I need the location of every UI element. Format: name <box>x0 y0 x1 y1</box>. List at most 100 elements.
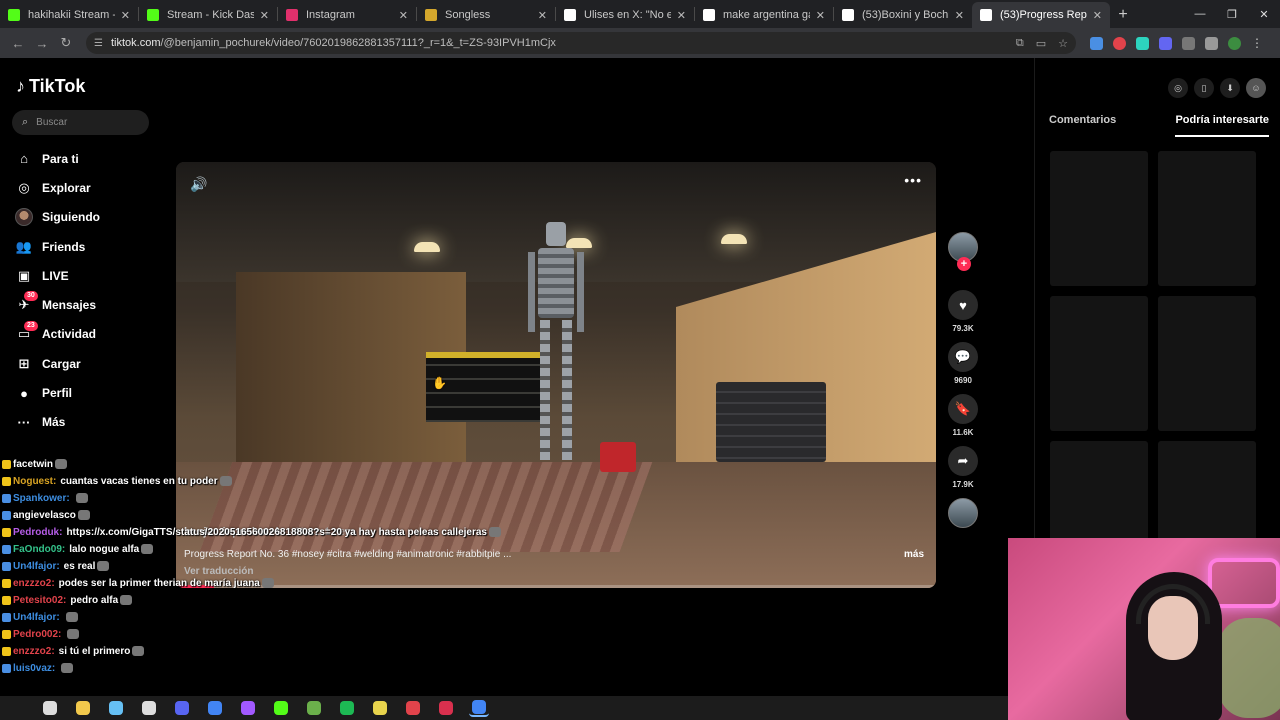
video-player[interactable]: 🔊 ••• benjaminpochurek · Hace 1 sem. Pro… <box>176 162 936 588</box>
restore-icon[interactable]: ❐ <box>1216 0 1248 28</box>
tab-close-icon[interactable]: ✕ <box>538 9 547 22</box>
opera-icon[interactable] <box>403 699 423 717</box>
browser-tab[interactable]: (53)Progress Report N ✕ <box>972 2 1110 28</box>
device-icon[interactable]: ▯ <box>1194 78 1214 98</box>
chat-username[interactable]: enzzzo2: <box>13 578 55 589</box>
chat-username[interactable]: Noguest: <box>13 476 56 487</box>
download-icon[interactable]: ⬇ <box>1220 78 1240 98</box>
spotify-icon[interactable] <box>337 699 357 717</box>
profile-icon[interactable] <box>1228 36 1241 50</box>
music-disc-icon[interactable] <box>948 498 978 528</box>
video-progress-bar[interactable] <box>176 585 936 588</box>
back-icon[interactable]: ← <box>6 31 30 55</box>
chat-badge-icon <box>2 510 11 520</box>
chat-username[interactable]: luis0vaz: <box>13 663 55 674</box>
site-info-icon[interactable]: ☰ <box>94 38 103 49</box>
reload-icon[interactable]: ↻ <box>54 31 78 55</box>
kick-icon[interactable] <box>271 699 291 717</box>
suggested-thumbnail[interactable] <box>1050 296 1148 431</box>
tiktok-logo[interactable]: ♪ TikTok <box>16 76 85 97</box>
browser-tab[interactable]: (53)Boxini y Bochini: Hum ✕ <box>834 2 972 28</box>
volume-icon[interactable]: 🔊 <box>190 176 207 193</box>
sidebar-item-mensajes[interactable]: ✈ Mensajes 30 <box>15 290 100 319</box>
sidebar-item-live[interactable]: ▣ LIVE <box>15 261 100 290</box>
tab-close-icon[interactable]: ✕ <box>260 9 269 22</box>
minimize-icon[interactable]: — <box>1184 0 1216 28</box>
browser-tab[interactable]: Instagram ✕ <box>278 2 416 28</box>
puzzle-icon[interactable] <box>1182 36 1195 50</box>
bookmark-star-icon[interactable]: ☆ <box>1058 37 1068 50</box>
browser-tab[interactable]: hakihakii Stream - Watch ✕ <box>0 2 138 28</box>
explorer-icon[interactable] <box>73 699 93 717</box>
tab-podria-interesarte[interactable]: Podría interesarte <box>1175 114 1269 137</box>
suggested-thumbnail[interactable] <box>1050 151 1148 286</box>
share-icon[interactable]: ➦ <box>948 446 978 476</box>
chat-username[interactable]: FaOndo09: <box>13 544 65 555</box>
sidebar-item-label: Para ti <box>42 151 79 166</box>
chat-username[interactable]: Pedro002: <box>13 629 61 640</box>
sidebar-item-friends[interactable]: 👥 Friends <box>15 232 100 261</box>
chat-username[interactable]: enzzzo2: <box>13 646 55 657</box>
minecraft-icon[interactable] <box>304 699 324 717</box>
search-input[interactable]: ⌕ Buscar <box>12 110 149 135</box>
sidebar-item-actividad[interactable]: ▭ Actividad 23 <box>15 320 100 349</box>
sidebar-item-cargar[interactable]: ⊞ Cargar <box>15 349 100 378</box>
extension-icon[interactable] <box>1090 36 1103 50</box>
chat-username[interactable]: Un4lfajor: <box>13 612 60 623</box>
suggested-thumbnail[interactable] <box>1158 151 1256 286</box>
tab-close-icon[interactable]: ✕ <box>121 9 130 22</box>
bookmark-icon[interactable]: 🔖 <box>948 394 978 424</box>
app-c-icon[interactable] <box>238 699 258 717</box>
tool-icon[interactable] <box>436 699 456 717</box>
heart-icon[interactable]: ♥ <box>948 290 978 320</box>
extension-icon[interactable] <box>1136 36 1149 50</box>
chat-username[interactable]: Petesito02: <box>13 595 66 606</box>
search-placeholder: Buscar <box>36 117 68 128</box>
browser-tab[interactable]: make argentina gay again ✕ <box>695 2 833 28</box>
tab-close-icon[interactable]: ✕ <box>677 9 686 22</box>
sound-disc <box>946 498 980 528</box>
search-icon[interactable] <box>40 699 60 717</box>
coins-icon[interactable]: ◎ <box>1168 78 1188 98</box>
forward-icon[interactable]: → <box>30 31 54 55</box>
follow-plus-icon[interactable]: + <box>957 257 971 271</box>
sidebar-item-perfil[interactable]: ● Perfil <box>15 378 100 407</box>
user-avatar[interactable]: ☺ <box>1246 78 1266 98</box>
game-icon[interactable] <box>370 699 390 717</box>
translate-icon[interactable]: ⧉ <box>1016 37 1024 50</box>
chat-username[interactable]: Spankower: <box>13 493 70 504</box>
new-tab-icon[interactable]: + <box>1110 2 1136 28</box>
cast-icon[interactable]: ▭ <box>1036 37 1046 50</box>
discord-icon[interactable] <box>172 699 192 717</box>
tab-close-icon[interactable]: ✕ <box>816 9 825 22</box>
caption-more-link[interactable]: más <box>904 549 924 560</box>
creator-avatar[interactable]: + <box>948 232 978 271</box>
browser-tab[interactable]: Songless ✕ <box>417 2 555 28</box>
comment-icon[interactable]: 💬 <box>948 342 978 372</box>
obs-icon[interactable] <box>139 699 159 717</box>
chrome-icon[interactable] <box>205 699 225 717</box>
profile-icon: ● <box>20 385 28 401</box>
tab-close-icon[interactable]: ✕ <box>955 9 964 22</box>
sidebar-item-siguiendo[interactable]: Siguiendo <box>15 203 100 232</box>
kebab-menu-icon[interactable]: ⋮ <box>1251 36 1263 50</box>
sidebar-item-explorar[interactable]: ◎ Explorar <box>15 173 100 202</box>
tab-close-icon[interactable]: ✕ <box>399 9 408 22</box>
browser-tab[interactable]: Ulises en X: "No existe vid ✕ <box>556 2 694 28</box>
more-options-icon[interactable]: ••• <box>904 172 922 188</box>
suggested-thumbnail[interactable] <box>1158 296 1256 431</box>
tab-close-icon[interactable]: ✕ <box>1093 9 1102 22</box>
media-icon[interactable] <box>1205 36 1218 50</box>
extension-icon[interactable] <box>1113 36 1126 50</box>
extension-icon[interactable] <box>1159 36 1172 50</box>
sidebar-item-m-s[interactable]: ··· Más <box>15 408 100 437</box>
chat-username[interactable]: Un4lfajor: <box>13 561 60 572</box>
chrome-active-icon[interactable] <box>469 699 489 717</box>
browser-tab[interactable]: Stream - Kick Dashboard ✕ <box>139 2 277 28</box>
chat-username[interactable]: Pedroduk: <box>13 527 62 538</box>
sidebar-item-para-ti[interactable]: ⌂ Para ti <box>15 144 100 173</box>
address-bar[interactable]: ☰ tiktok.com /@benjamin_pochurek/video/7… <box>86 32 1076 54</box>
steam-icon[interactable] <box>106 699 126 717</box>
close-window-icon[interactable]: ✕ <box>1248 0 1280 28</box>
tab-comentarios[interactable]: Comentarios <box>1049 114 1116 137</box>
